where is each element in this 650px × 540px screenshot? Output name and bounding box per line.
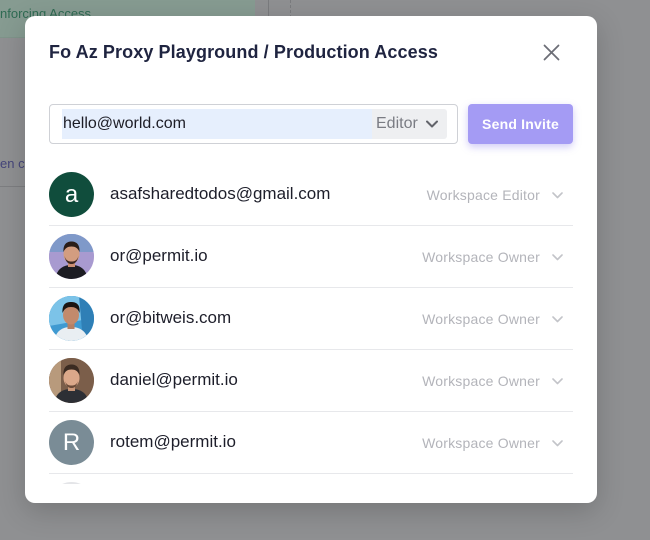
- invite-field-group: Editor: [49, 104, 458, 144]
- member-email: asafsharedtodos@gmail.com: [110, 184, 331, 203]
- member-role-label: Workspace Owner: [422, 311, 540, 327]
- background-divider-line: [0, 186, 25, 187]
- background-link-text: en c: [0, 156, 25, 171]
- invite-role-label: Editor: [376, 115, 418, 132]
- chevron-down-icon: [425, 120, 438, 128]
- avatar: [49, 296, 94, 341]
- member-role-select[interactable]: Workspace Owner: [422, 244, 563, 270]
- avatar: R: [49, 420, 94, 465]
- invite-email-input[interactable]: [62, 109, 374, 139]
- member-role-select[interactable]: Workspace Owner: [422, 306, 563, 332]
- member-role-label: Workspace Owner: [422, 435, 540, 451]
- share-dialog: Fo Az Proxy Playground / Production Acce…: [25, 16, 597, 503]
- avatar-photo: [49, 296, 94, 341]
- chevron-down-icon: [552, 439, 563, 447]
- member-role-select[interactable]: Workspace Owner: [422, 368, 563, 394]
- member-email: or@permit.io: [110, 246, 208, 265]
- member-email: daniel@permit.io: [110, 370, 238, 389]
- member-email: or@bitweis.com: [110, 308, 232, 327]
- member-row: daniel@permit.io Workspace Owner: [49, 350, 573, 412]
- chevron-down-icon: [552, 315, 563, 323]
- member-row: a asafsharedtodos@gmail.com Workspace Ed…: [49, 164, 573, 226]
- member-role-label: Workspace Owner: [422, 373, 540, 389]
- avatar-photo: [49, 234, 94, 279]
- avatar: a: [49, 172, 94, 217]
- member-row: or@permit.io Workspace Owner: [49, 226, 573, 288]
- member-role-label: Workspace Editor: [426, 187, 540, 203]
- avatar: [49, 482, 94, 484]
- member-role-select[interactable]: Workspace Editor: [427, 182, 563, 208]
- member-role-select[interactable]: Workspace Owner: [422, 430, 563, 456]
- invite-role-select[interactable]: Editor: [372, 109, 447, 139]
- member-row: R rotem@permit.io Workspace Owner: [49, 412, 573, 474]
- close-icon: [543, 44, 559, 60]
- member-list: a asafsharedtodos@gmail.com Workspace Ed…: [49, 164, 573, 484]
- close-button[interactable]: [539, 40, 563, 64]
- member-row: or@bitweis.com Workspace Owner: [49, 288, 573, 350]
- avatar: [49, 358, 94, 403]
- chevron-down-icon: [552, 377, 563, 385]
- member-role-label: Workspace Owner: [422, 249, 540, 265]
- avatar-photo: [49, 358, 94, 403]
- dialog-title: Fo Az Proxy Playground / Production Acce…: [49, 42, 438, 62]
- avatar-letter: R: [62, 428, 81, 456]
- member-row: [49, 474, 573, 484]
- send-invite-button[interactable]: Send Invite: [468, 104, 573, 144]
- member-email: rotem@permit.io: [110, 432, 236, 451]
- chevron-down-icon: [552, 191, 563, 199]
- avatar: [49, 234, 94, 279]
- avatar-letter: a: [64, 180, 79, 208]
- chevron-down-icon: [552, 253, 563, 261]
